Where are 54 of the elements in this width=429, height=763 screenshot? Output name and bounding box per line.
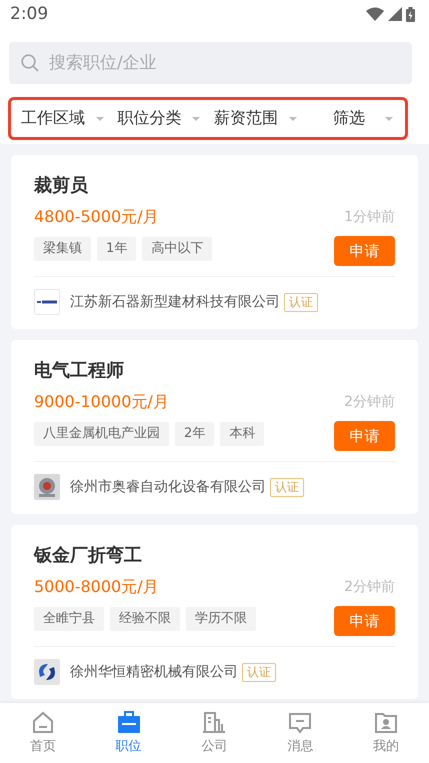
job-title: 裁剪员: [34, 175, 89, 197]
job-tag: 1年: [97, 237, 136, 261]
chat-icon: [288, 711, 312, 734]
filter-dropdown[interactable]: 薪资范围: [214, 108, 310, 129]
home-icon: [30, 711, 55, 734]
apply-button[interactable]: 申请: [334, 606, 395, 636]
filter-dropdown[interactable]: 职位分类: [118, 108, 214, 129]
job-tag: 全睢宁县: [34, 607, 104, 631]
job-tag: 本科: [220, 422, 264, 446]
building-icon: [202, 711, 226, 734]
company-logo-icon: [34, 659, 60, 685]
briefcase-icon: [116, 711, 141, 734]
verified-badge: 认证: [242, 662, 276, 682]
apply-button[interactable]: 申请: [334, 236, 395, 266]
job-tag: 梁集镇: [34, 237, 91, 261]
battery-icon: [406, 6, 415, 22]
company-logo-icon: [34, 474, 60, 500]
salary: 5000-8000元/月: [34, 577, 160, 597]
nav-tab[interactable]: 公司: [172, 703, 258, 763]
company-logo-icon: [34, 289, 60, 315]
caret-icon: [288, 116, 296, 120]
filter-dropdown[interactable]: 筛选: [310, 108, 395, 129]
wifi-icon: [366, 7, 384, 21]
caret-icon: [385, 116, 393, 120]
search-icon: [21, 54, 39, 72]
job-tag: 八里金属机电产业园: [34, 422, 169, 446]
status-time: 2:09: [10, 4, 48, 24]
verified-badge: 认证: [284, 292, 318, 312]
filter-dropdown[interactable]: 工作区域: [21, 108, 118, 129]
salary: 9000-10000元/月: [34, 392, 170, 412]
caret-icon: [192, 116, 200, 120]
job-tag: 高中以下: [142, 237, 212, 261]
job-title: 电气工程师: [34, 360, 125, 382]
company-name: 徐州市奥睿自动化设备有限公司: [70, 478, 266, 496]
company-name: 江苏新石器新型建材科技有限公司: [70, 293, 280, 311]
salary: 4800-5000元/月: [34, 207, 160, 227]
nav-tab[interactable]: 职位: [86, 703, 172, 763]
verified-badge: 认证: [270, 478, 304, 496]
signal-icon: [388, 7, 402, 21]
posted-time: 2分钟前: [344, 393, 395, 412]
job-title: 钣金厂折弯工: [34, 545, 143, 567]
search-field[interactable]: 搜索职位/企业: [9, 42, 412, 84]
job-tag: 2年: [175, 422, 214, 446]
apply-button[interactable]: 申请: [334, 421, 395, 451]
nav-tab[interactable]: 首页: [0, 703, 86, 763]
company-name: 徐州华恒精密机械有限公司: [70, 663, 238, 681]
posted-time: 1分钟前: [344, 208, 395, 227]
posted-time: 2分钟前: [344, 578, 395, 597]
caret-icon: [96, 116, 104, 120]
profile-icon: [374, 711, 398, 734]
nav-tab[interactable]: 消息: [257, 703, 344, 763]
job-tag: 经验不限: [110, 607, 180, 631]
job-tag: 学历不限: [186, 607, 256, 631]
nav-tab[interactable]: 我的: [343, 703, 429, 763]
